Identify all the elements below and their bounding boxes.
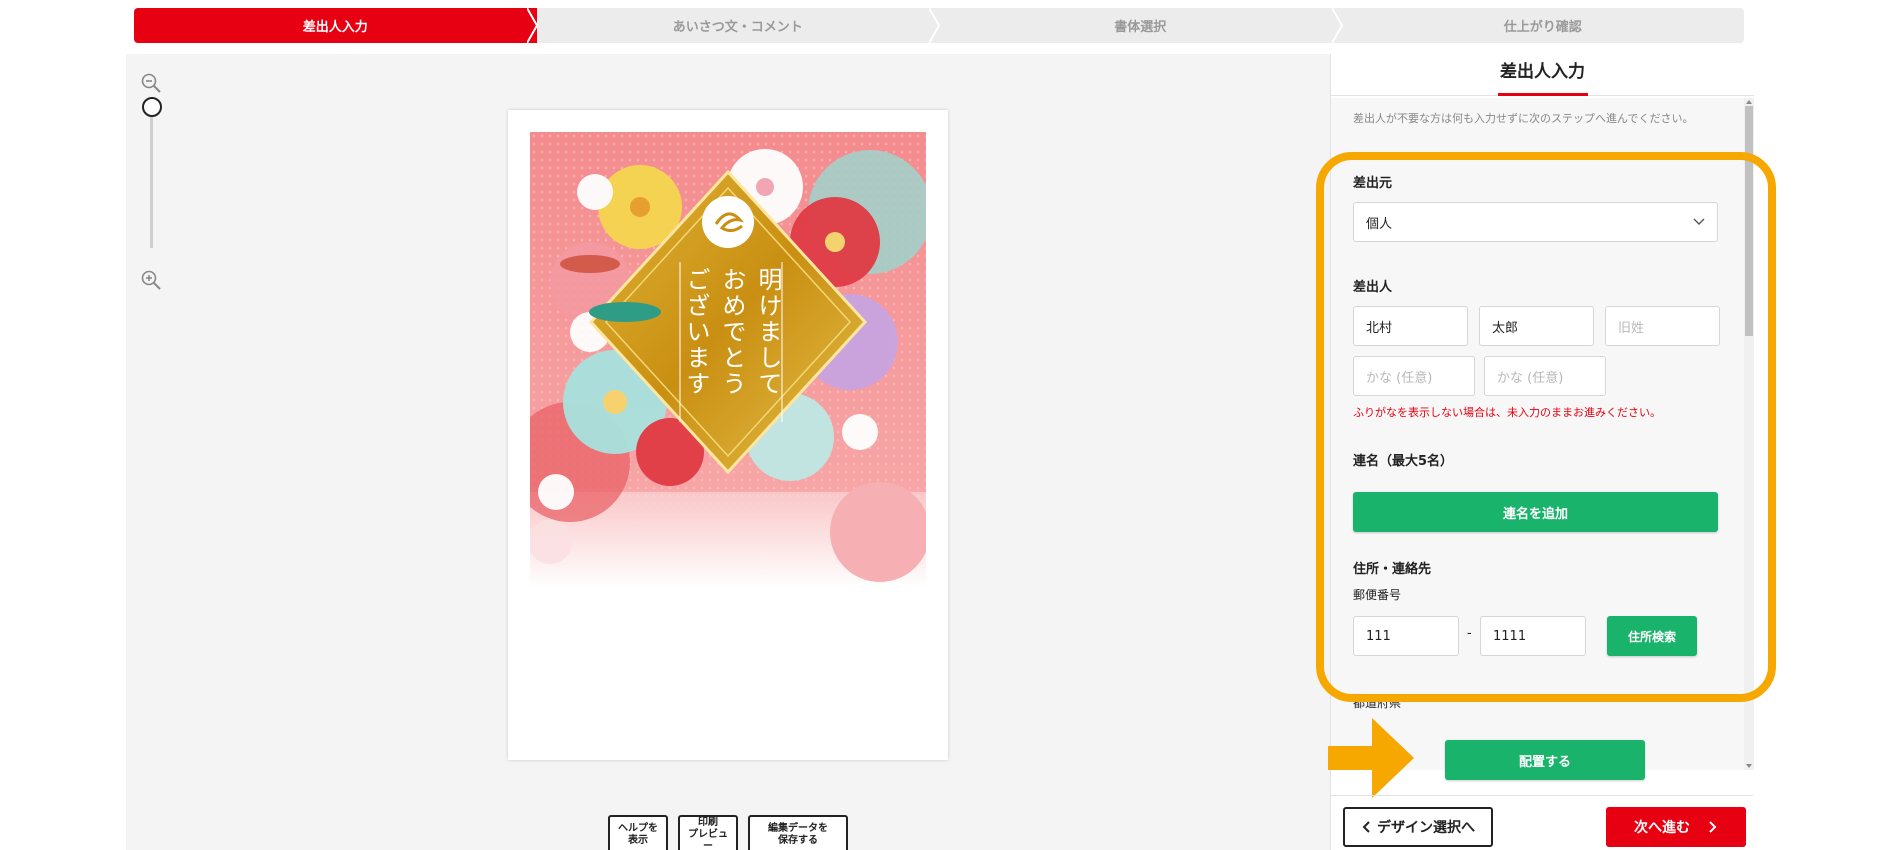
chevron-left-icon xyxy=(1362,821,1370,833)
zoom-slider-handle[interactable] xyxy=(142,97,162,117)
step-label: あいさつ文・コメント xyxy=(672,20,803,35)
greeting-line-3: ございます xyxy=(682,267,710,397)
step-chevron-icon xyxy=(929,8,941,43)
panel-title-text: 差出人入力 xyxy=(1500,62,1585,82)
last-name-input[interactable]: 北村 xyxy=(1353,306,1468,346)
step-chevron-icon xyxy=(526,8,538,43)
add-joint-name-button[interactable]: 連名を追加 xyxy=(1353,492,1718,532)
step-progress-bar: 差出人入力 あいさつ文・コメント 書体選択 仕上がり確認 xyxy=(134,8,1744,43)
step-greeting-comment[interactable]: あいさつ文・コメント xyxy=(536,8,941,43)
origin-select-value: 個人 xyxy=(1366,216,1393,232)
step-label: 差出人入力 xyxy=(302,20,368,35)
help-button[interactable]: ヘルプを 表示 xyxy=(608,815,668,850)
greeting-line-1: 明けまして xyxy=(754,267,782,397)
zoom-out-icon[interactable] xyxy=(140,72,162,94)
step-label: 書体選択 xyxy=(1114,20,1167,35)
step-chevron-icon xyxy=(1331,8,1343,43)
greeting-line-2: おめでとう xyxy=(718,267,746,397)
next-button-label: 次へ進む xyxy=(1634,820,1690,836)
sender-form-scroll[interactable]: 差出人が不要な方は何も入力せずに次のステップへ進んでください。 差出元 個人 差… xyxy=(1331,98,1754,770)
chevron-right-icon xyxy=(1709,821,1717,833)
origin-label: 差出元 xyxy=(1353,176,1393,191)
panel-title-underline xyxy=(1498,93,1588,96)
new-year-card-design-image: 明けまして おめでとう ございます xyxy=(530,132,926,588)
postcard-preview[interactable]: 明けまして おめでとう ございます xyxy=(508,110,948,760)
panel-scrollbar[interactable] xyxy=(1744,98,1754,770)
zoom-slider-track[interactable] xyxy=(150,106,153,248)
print-preview-button[interactable]: 印刷 プレビュー xyxy=(678,815,738,850)
back-to-design-button[interactable]: デザイン選択へ xyxy=(1343,807,1493,847)
kana-note: ふりがなを表示しない場合は、未入力のままお進みください。 xyxy=(1353,406,1661,419)
first-name-kana-input[interactable]: かな (任意) xyxy=(1484,356,1606,396)
zoom-in-icon[interactable] xyxy=(140,269,162,291)
postal-dash: - xyxy=(1467,626,1472,641)
preview-toolbar: ヘルプを 表示 印刷 プレビュー 編集データを 保存する xyxy=(608,815,848,850)
zoom-control xyxy=(140,72,164,292)
first-name-input[interactable]: 太郎 xyxy=(1479,306,1594,346)
postal-code-first-input[interactable]: 111 xyxy=(1353,616,1459,656)
postal-code-second-input[interactable]: 1111 xyxy=(1480,616,1586,656)
maiden-name-input[interactable]: 旧姓 xyxy=(1605,306,1720,346)
chevron-down-icon xyxy=(1693,218,1705,225)
scroll-down-icon[interactable] xyxy=(1746,764,1752,768)
postal-code-label: 郵便番号 xyxy=(1353,588,1402,602)
step-label: 仕上がり確認 xyxy=(1503,20,1582,35)
sender-label: 差出人 xyxy=(1353,280,1393,295)
app-root: 差出人入力 あいさつ文・コメント 書体選択 仕上がり確認 明けまして おめでとう… xyxy=(0,0,1900,850)
panel-title: 差出人入力 xyxy=(1331,54,1754,96)
prefecture-label: 都道府県 xyxy=(1353,696,1402,710)
sender-input-panel: 差出人入力 差出人が不要な方は何も入力せずに次のステップへ進んでください。 差出… xyxy=(1330,54,1754,850)
scroll-up-icon[interactable] xyxy=(1746,100,1752,104)
scrollbar-thumb[interactable] xyxy=(1745,106,1753,336)
address-search-button[interactable]: 住所検索 xyxy=(1607,616,1697,656)
skip-note: 差出人が不要な方は何も入力せずに次のステップへ進んでください。 xyxy=(1353,112,1694,125)
origin-select[interactable]: 個人 xyxy=(1353,202,1718,242)
footer-divider xyxy=(1330,795,1753,796)
step-font-select[interactable]: 書体選択 xyxy=(939,8,1343,43)
joint-names-label: 連名（最大5名） xyxy=(1353,454,1454,469)
step-final-check[interactable]: 仕上がり確認 xyxy=(1341,8,1744,43)
place-button[interactable]: 配置する xyxy=(1445,740,1645,780)
next-step-button[interactable]: 次へ進む xyxy=(1606,807,1746,847)
save-edit-data-button[interactable]: 編集データを 保存する xyxy=(748,815,848,850)
address-contact-label: 住所・連絡先 xyxy=(1353,562,1432,577)
step-sender-input[interactable]: 差出人入力 xyxy=(134,8,538,43)
last-name-kana-input[interactable]: かな (任意) xyxy=(1353,356,1475,396)
back-button-label: デザイン選択へ xyxy=(1377,820,1475,836)
